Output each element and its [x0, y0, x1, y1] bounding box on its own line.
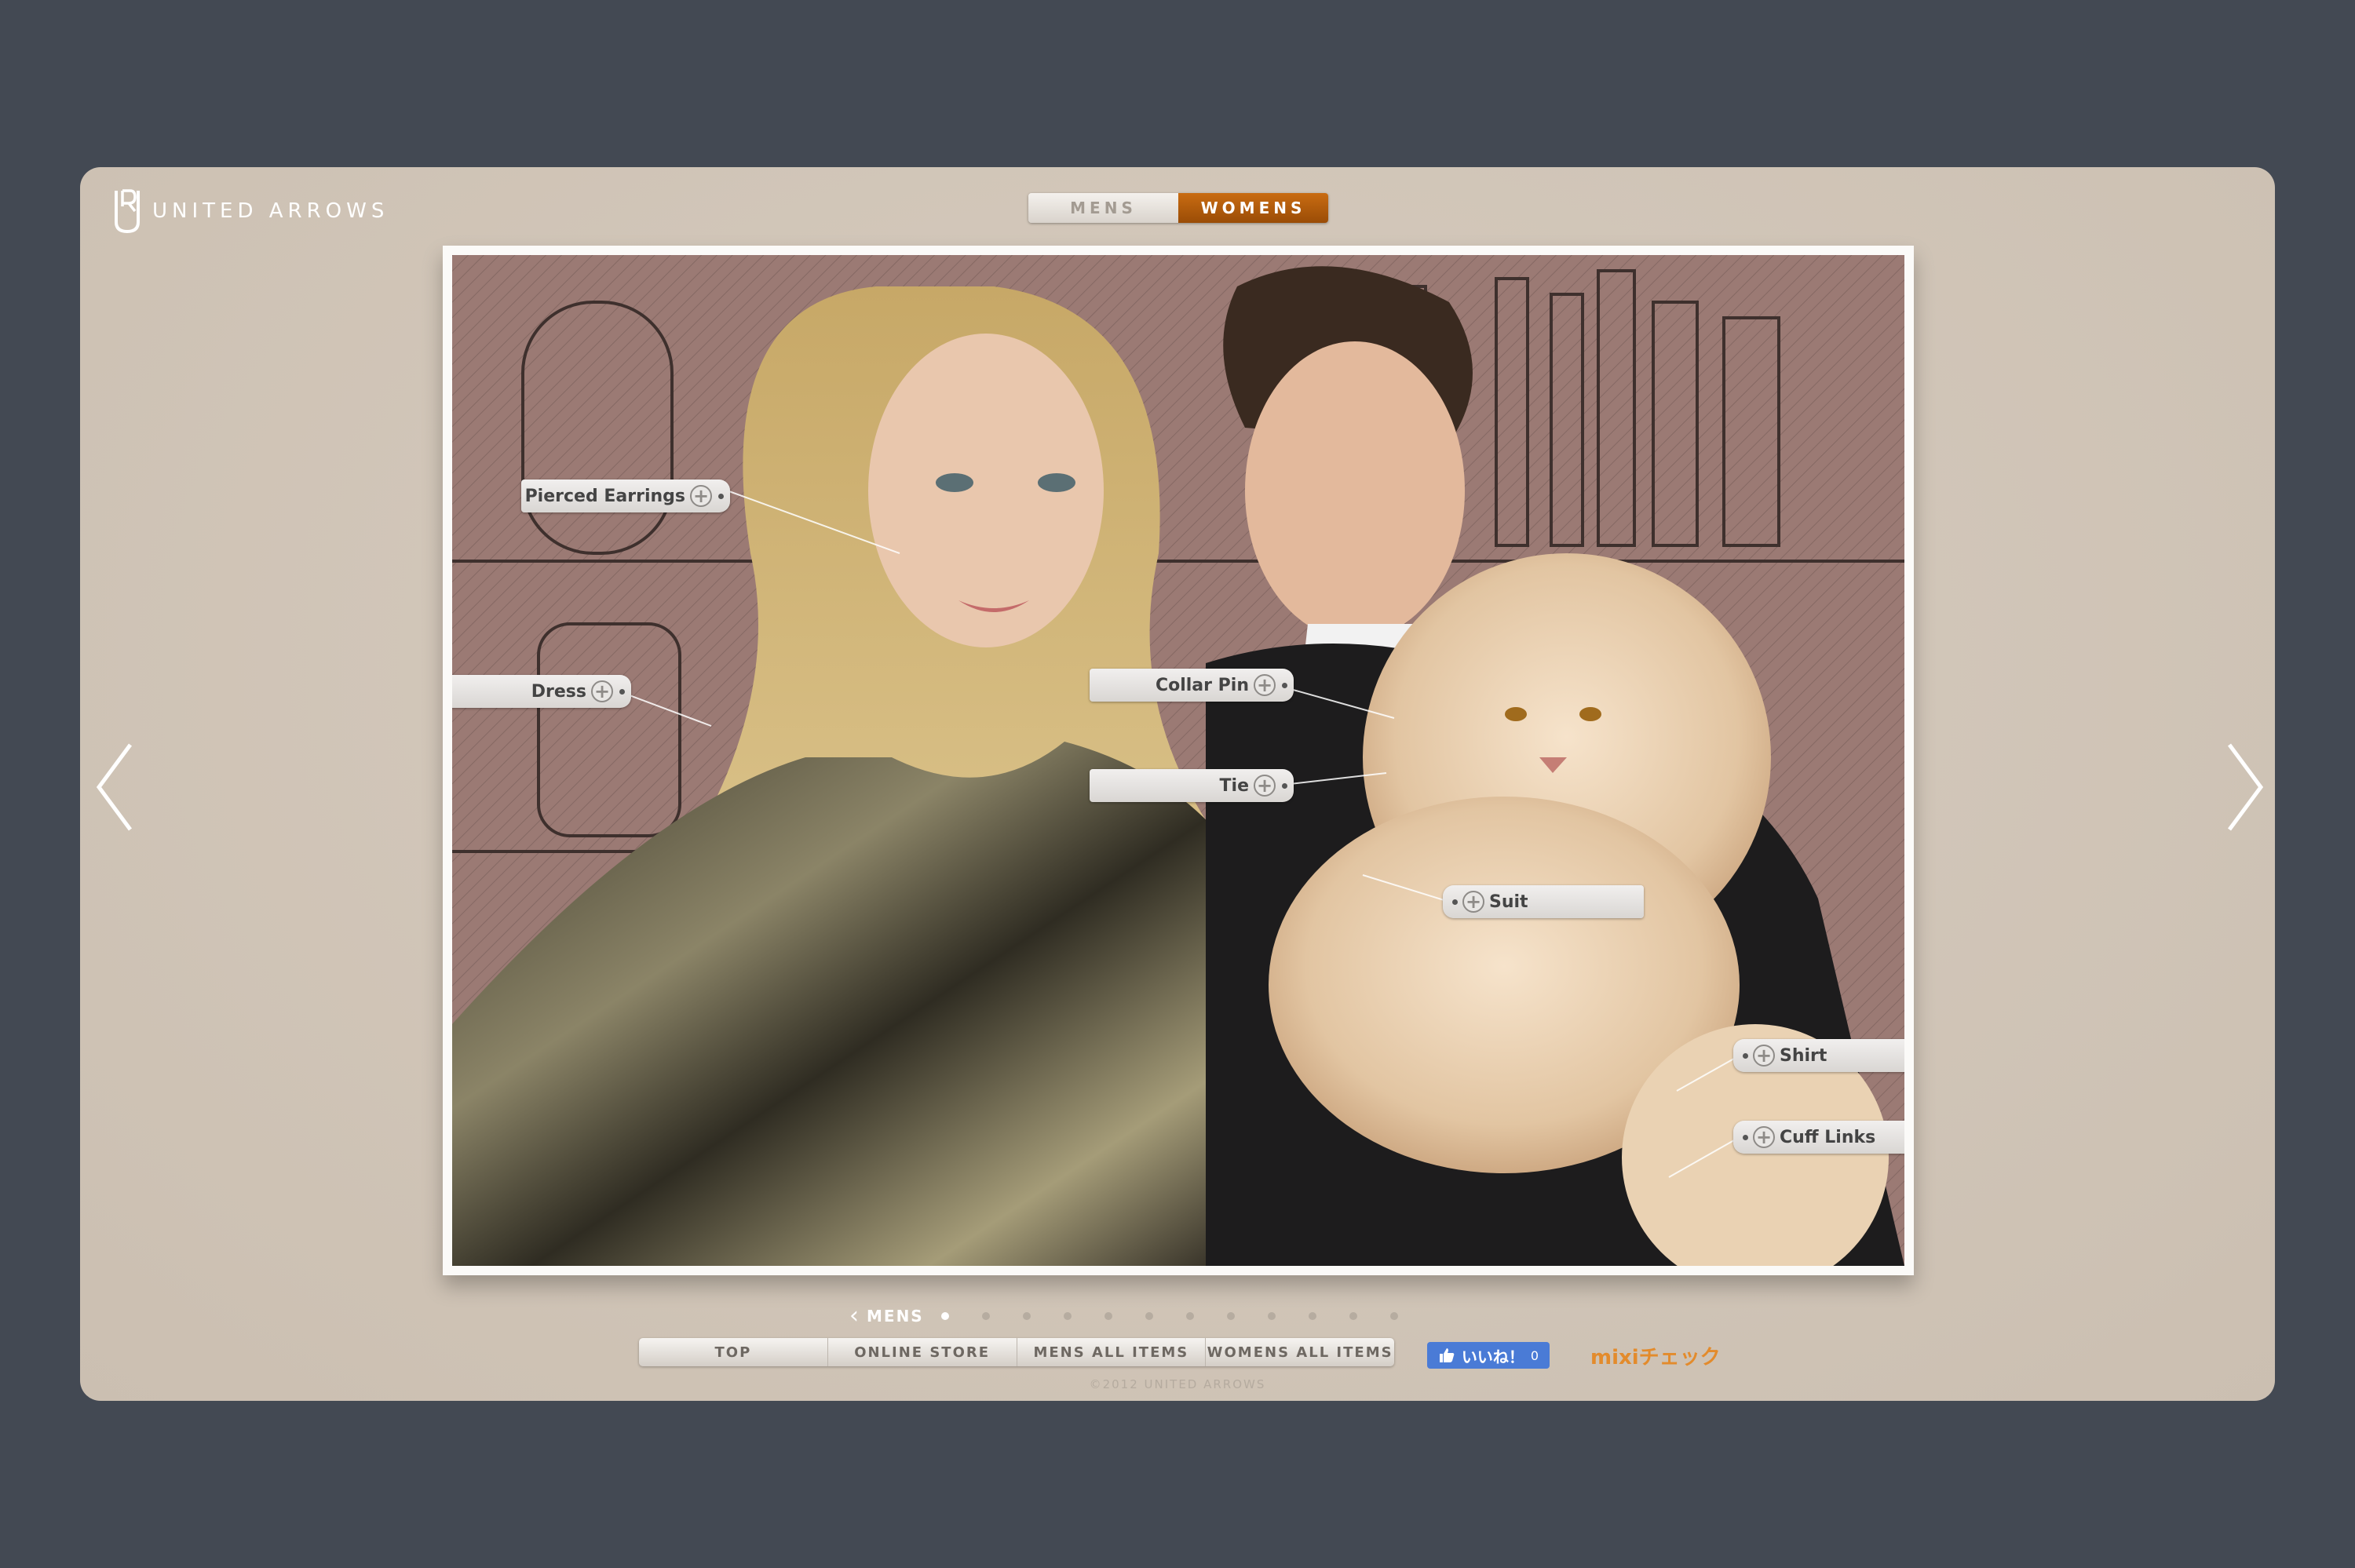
product-tag-label: Tie: [1219, 775, 1249, 796]
carousel-dot[interactable]: [1226, 1311, 1235, 1320]
plus-circle-icon: +: [690, 485, 712, 507]
carousel-dot[interactable]: [981, 1311, 990, 1320]
product-tag-pierced-earrings[interactable]: Pierced Earrings +: [521, 480, 730, 512]
product-tag-collar-pin[interactable]: Collar Pin +: [1090, 669, 1294, 702]
carousel-dot[interactable]: [1308, 1311, 1316, 1320]
brand-name: UNITED ARROWS: [152, 199, 389, 223]
tag-pin-dot: [1282, 682, 1287, 688]
facebook-like-button[interactable]: いいね！ 0: [1427, 1342, 1550, 1369]
footer-nav-top[interactable]: TOP: [639, 1338, 828, 1366]
carousel-dot[interactable]: [1022, 1311, 1031, 1320]
product-tag-label: Collar Pin: [1155, 675, 1249, 695]
carousel-dots: [940, 1311, 1431, 1320]
chevron-left-icon[interactable]: [93, 740, 140, 834]
tag-pin-dot: [1452, 899, 1458, 905]
mens-tab[interactable]: MENS: [1028, 193, 1178, 223]
carousel-dot[interactable]: [940, 1311, 949, 1320]
carousel-dot[interactable]: [1063, 1311, 1072, 1320]
lookbook-photo-frame: Pierced Earrings + Dress + Collar Pin + …: [443, 246, 1914, 1275]
product-tag-tie[interactable]: Tie +: [1090, 769, 1294, 802]
product-tag-shirt[interactable]: + Shirt: [1733, 1039, 1904, 1072]
chevron-left-icon[interactable]: ‹: [849, 1302, 859, 1329]
tag-pin-dot: [619, 688, 625, 695]
carousel-pagination: ‹ MENS: [849, 1302, 1431, 1329]
plus-circle-icon: +: [591, 680, 613, 702]
carousel-dot[interactable]: [1185, 1311, 1194, 1320]
tag-pin-dot: [1743, 1052, 1748, 1059]
footer-nav-womens-all-items[interactable]: WOMENS ALL ITEMS: [1206, 1338, 1394, 1366]
brand-logo[interactable]: UNITED ARROWS: [113, 188, 389, 235]
tag-pin-dot: [1282, 782, 1287, 789]
carousel-dot[interactable]: [1104, 1311, 1112, 1320]
carousel-dot[interactable]: [1267, 1311, 1276, 1320]
product-tag-label: Dress: [531, 681, 586, 702]
footer-nav: TOP ONLINE STORE MENS ALL ITEMS WOMENS A…: [639, 1338, 1394, 1366]
footer-nav-mens-all-items[interactable]: MENS ALL ITEMS: [1017, 1338, 1207, 1366]
logo-mark-icon: [115, 189, 140, 234]
womens-tab[interactable]: WOMENS: [1178, 193, 1328, 223]
main-panel: UNITED ARROWS MENS WOMENS Pierced Earrin…: [80, 167, 2275, 1401]
product-tag-label: Suit: [1489, 892, 1528, 912]
plus-circle-icon: +: [1753, 1126, 1775, 1148]
plus-circle-icon: +: [1462, 891, 1484, 913]
carousel-dot[interactable]: [1349, 1311, 1357, 1320]
tag-pin-dot: [1743, 1134, 1748, 1140]
copyright-text: ©2012 UNITED ARROWS: [1089, 1377, 1266, 1391]
chevron-right-icon[interactable]: [2220, 740, 2267, 834]
carousel-dot[interactable]: [1145, 1311, 1153, 1320]
like-count: 0: [1530, 1347, 1539, 1363]
thumbs-up-icon: [1439, 1348, 1455, 1362]
product-tag-suit[interactable]: + Suit: [1443, 885, 1644, 918]
plus-circle-icon: +: [1254, 674, 1276, 696]
plus-circle-icon: +: [1254, 775, 1276, 797]
product-tag-label: Cuff Links: [1780, 1127, 1876, 1147]
carousel-dot[interactable]: [1389, 1311, 1398, 1320]
like-label: いいね！: [1461, 1347, 1524, 1366]
gender-toggle: MENS WOMENS: [1028, 193, 1328, 223]
carousel-section-label[interactable]: MENS: [867, 1307, 924, 1326]
product-tag-dress[interactable]: Dress +: [452, 675, 631, 708]
product-tag-cuff-links[interactable]: + Cuff Links: [1733, 1121, 1904, 1154]
lookbook-photo: Pierced Earrings + Dress + Collar Pin + …: [452, 255, 1904, 1266]
footer-nav-online-store[interactable]: ONLINE STORE: [828, 1338, 1017, 1366]
product-tag-label: Shirt: [1780, 1045, 1827, 1066]
tag-pin-dot: [718, 493, 724, 499]
photo-illustration: [452, 255, 1904, 1266]
mixi-check-link[interactable]: mixiチェック: [1590, 1341, 1721, 1370]
product-tag-label: Pierced Earrings: [524, 486, 685, 506]
plus-circle-icon: +: [1753, 1045, 1775, 1067]
